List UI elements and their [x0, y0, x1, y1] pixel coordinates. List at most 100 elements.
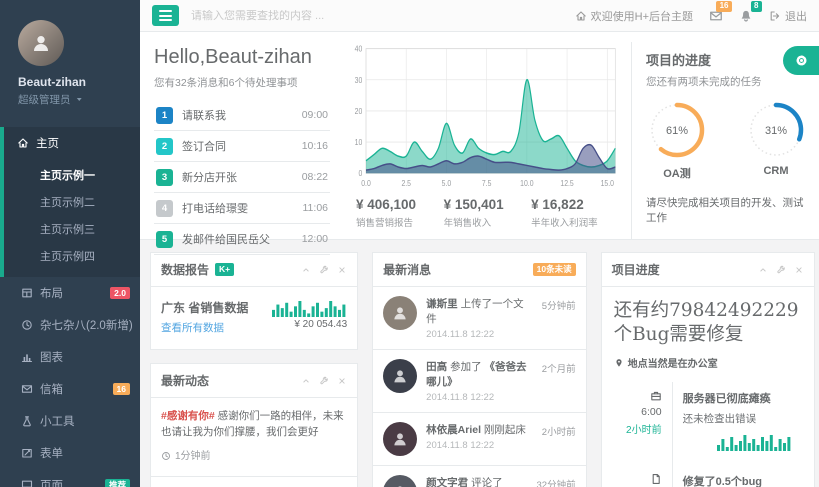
sidebar-item-home[interactable]: 主页	[4, 127, 140, 159]
sparkline-bars	[272, 299, 347, 317]
top-navbar: 欢迎使用H+后台主题 16 8 退出	[140, 0, 819, 32]
sidebar-item-label: 主页	[36, 135, 59, 151]
sidebar-submenu-item[interactable]: 主页示例二	[4, 188, 140, 215]
flask-icon	[21, 415, 33, 427]
theme-settings-button[interactable]	[783, 46, 819, 75]
message-ago: 2个月前	[542, 359, 576, 403]
latest-messages-header: 最新消息 10条未读	[373, 253, 585, 287]
message-body: 谦斯里 上传了一个文件 2014.11.8 12:22	[426, 296, 533, 340]
message-row[interactable]: 颜文字君 评论了 2014.11.8 12:22 32分钟前	[373, 466, 585, 487]
sidebar-toggle-button[interactable]	[152, 5, 179, 26]
task-row[interactable]: 1 请联系我 09:00	[154, 100, 330, 131]
timeline-title: 服务器已彻底瘫痪	[683, 390, 792, 406]
person-icon	[392, 368, 408, 384]
sidebar-menu-item[interactable]: 页面 推荐	[0, 469, 140, 487]
message-date: 2014.11.8 12:22	[426, 329, 533, 340]
collapse-icon[interactable]	[301, 265, 311, 275]
sidebar-menu-item[interactable]: 信箱 16	[0, 373, 140, 405]
notification-count-badge: 8	[751, 1, 762, 13]
search-input[interactable]	[191, 10, 461, 22]
donut-chart: 61% OA测	[648, 101, 706, 181]
sidebar-menu-item[interactable]: 小工具	[0, 405, 140, 437]
project-progress-content: 还有约79842492229个Bug需要修复 地点当然是在办公室	[602, 287, 814, 487]
avatar[interactable]	[18, 20, 64, 66]
sidebar-submenu-label: 主页示例四	[40, 251, 95, 263]
sidebar-submenu-item[interactable]: 主页示例一	[4, 161, 140, 188]
stat-value: ¥ 16,822	[531, 197, 619, 212]
sidebar-submenu-label: 主页示例一	[40, 170, 95, 182]
wrench-icon[interactable]	[319, 265, 329, 275]
feed-time-label: 1分钟前	[175, 449, 211, 465]
sidebar-item-label: 信箱	[40, 381, 63, 397]
close-icon[interactable]	[337, 376, 347, 386]
task-time: 11:06	[303, 202, 329, 214]
box-title: 项目进度	[612, 261, 660, 278]
sidebar-submenu-item[interactable]: 主页示例三	[4, 215, 140, 242]
logout-button[interactable]: 退出	[769, 8, 807, 24]
sidebar-item-label: 图表	[40, 349, 63, 365]
task-row[interactable]: 2 签订合同 10:16	[154, 131, 330, 162]
stat-value: ¥ 406,100	[356, 197, 444, 212]
timeline-content: 服务器已彻底瘫痪 还未检查出错误	[672, 382, 802, 465]
svg-text:0.0: 0.0	[361, 178, 371, 188]
report-sparkline-block: ¥ 20 054.43	[272, 299, 347, 330]
close-icon[interactable]	[337, 265, 347, 275]
message-body: 颜文字君 评论了 2014.11.8 12:22	[426, 475, 502, 487]
feed-post: #感谢有你# 感谢你们一路的相伴，未来也请让我为你们撑腰，我们会更好 1分钟前	[151, 398, 357, 477]
feed-post: @颜文字君 女生身高×1.09后，就是最适合你的男生身高；相反，男生是÷1.09…	[151, 477, 357, 487]
message-ago: 5分钟前	[542, 296, 576, 340]
message-ago: 2小时前	[542, 422, 576, 456]
wrench-icon[interactable]	[319, 376, 329, 386]
task-row[interactable]: 3 新分店开张 08:22	[154, 162, 330, 193]
notifications-button[interactable]: 8	[739, 9, 753, 23]
message-row[interactable]: 谦斯里 上传了一个文件 2014.11.8 12:22 5分钟前	[373, 287, 585, 350]
stat-label: 销售营销报告	[356, 215, 444, 229]
mail-button[interactable]: 16	[709, 9, 723, 23]
task-number-badge: 4	[156, 200, 173, 217]
navbar-welcome: 欢迎使用H+后台主题	[575, 8, 693, 24]
close-icon[interactable]	[794, 265, 804, 275]
message-action: 参加了	[450, 361, 482, 373]
collapse-icon[interactable]	[301, 376, 311, 386]
content-col-3: 项目进度 还有约79842492229个Bug需要修复 地点当然是在办公室	[601, 252, 815, 487]
wrench-icon[interactable]	[776, 265, 786, 275]
svg-text:5.0: 5.0	[442, 178, 452, 188]
sidebar-menu-item[interactable]: 图表	[0, 341, 140, 373]
data-report-box: 数据报告 K+ 广东 省销售数据 查看所有数据	[150, 252, 358, 350]
sidebar-menu-item[interactable]: 表单	[0, 437, 140, 469]
clock-icon	[161, 451, 171, 461]
profile-name: Beaut-zihan	[18, 75, 140, 89]
home-icon	[575, 10, 587, 22]
timeline-text: 还未检查出错误	[683, 411, 792, 426]
feed-tag-link[interactable]: #感谢有你#	[161, 410, 215, 422]
collapse-icon[interactable]	[758, 265, 768, 275]
message-user: 颜文字君	[426, 477, 468, 487]
caret-down-icon	[74, 94, 85, 105]
profile-section: Beaut-zihan 超级管理员	[0, 0, 140, 119]
task-number-badge: 5	[156, 231, 173, 248]
timeline-meta: 7:00 3小时前	[614, 465, 672, 487]
message-row[interactable]: 田高 参加了 《爸爸去哪儿》 2014.11.8 12:22 2个月前	[373, 350, 585, 413]
message-user: 谦斯里	[426, 298, 458, 310]
message-row[interactable]: 林依晨Ariel 刚刚起床 2014.11.8 12:22 2小时前	[373, 413, 585, 466]
sidebar-menu-item[interactable]: 布局 2.0	[0, 277, 140, 309]
feed-time: 1分钟前	[161, 449, 347, 465]
latest-feed-header: 最新动态	[151, 364, 357, 398]
profile-role-dropdown[interactable]: 超级管理员	[18, 92, 140, 107]
svg-text:12.5: 12.5	[560, 178, 574, 188]
avatar	[383, 422, 417, 456]
view-all-data-link[interactable]: 查看所有数据	[161, 320, 224, 335]
donut-label: OA测	[648, 165, 706, 181]
navbar-welcome-label: 欢迎使用H+后台主题	[591, 8, 693, 24]
sign-out-icon	[769, 10, 781, 22]
task-label: 新分店开张	[182, 169, 237, 185]
data-report-content: 广东 省销售数据 查看所有数据 ¥ 20 054.43	[151, 287, 357, 349]
task-row[interactable]: 5 发邮件给国民岳父 12:00	[154, 224, 330, 255]
sidebar-submenu-item[interactable]: 主页示例四	[4, 242, 140, 269]
task-row[interactable]: 4 打电话给璟雯 11:06	[154, 193, 330, 224]
sidebar-menu-item[interactable]: 杂七杂八(2.0新增)	[0, 309, 140, 341]
content-col-2: 最新消息 10条未读 谦斯里	[372, 252, 586, 487]
sidebar-submenu: 主页示例一 主页示例二 主页示例三 主页示例四	[4, 159, 140, 273]
timeline-sparkline	[683, 433, 792, 451]
task-label: 请联系我	[182, 107, 226, 123]
